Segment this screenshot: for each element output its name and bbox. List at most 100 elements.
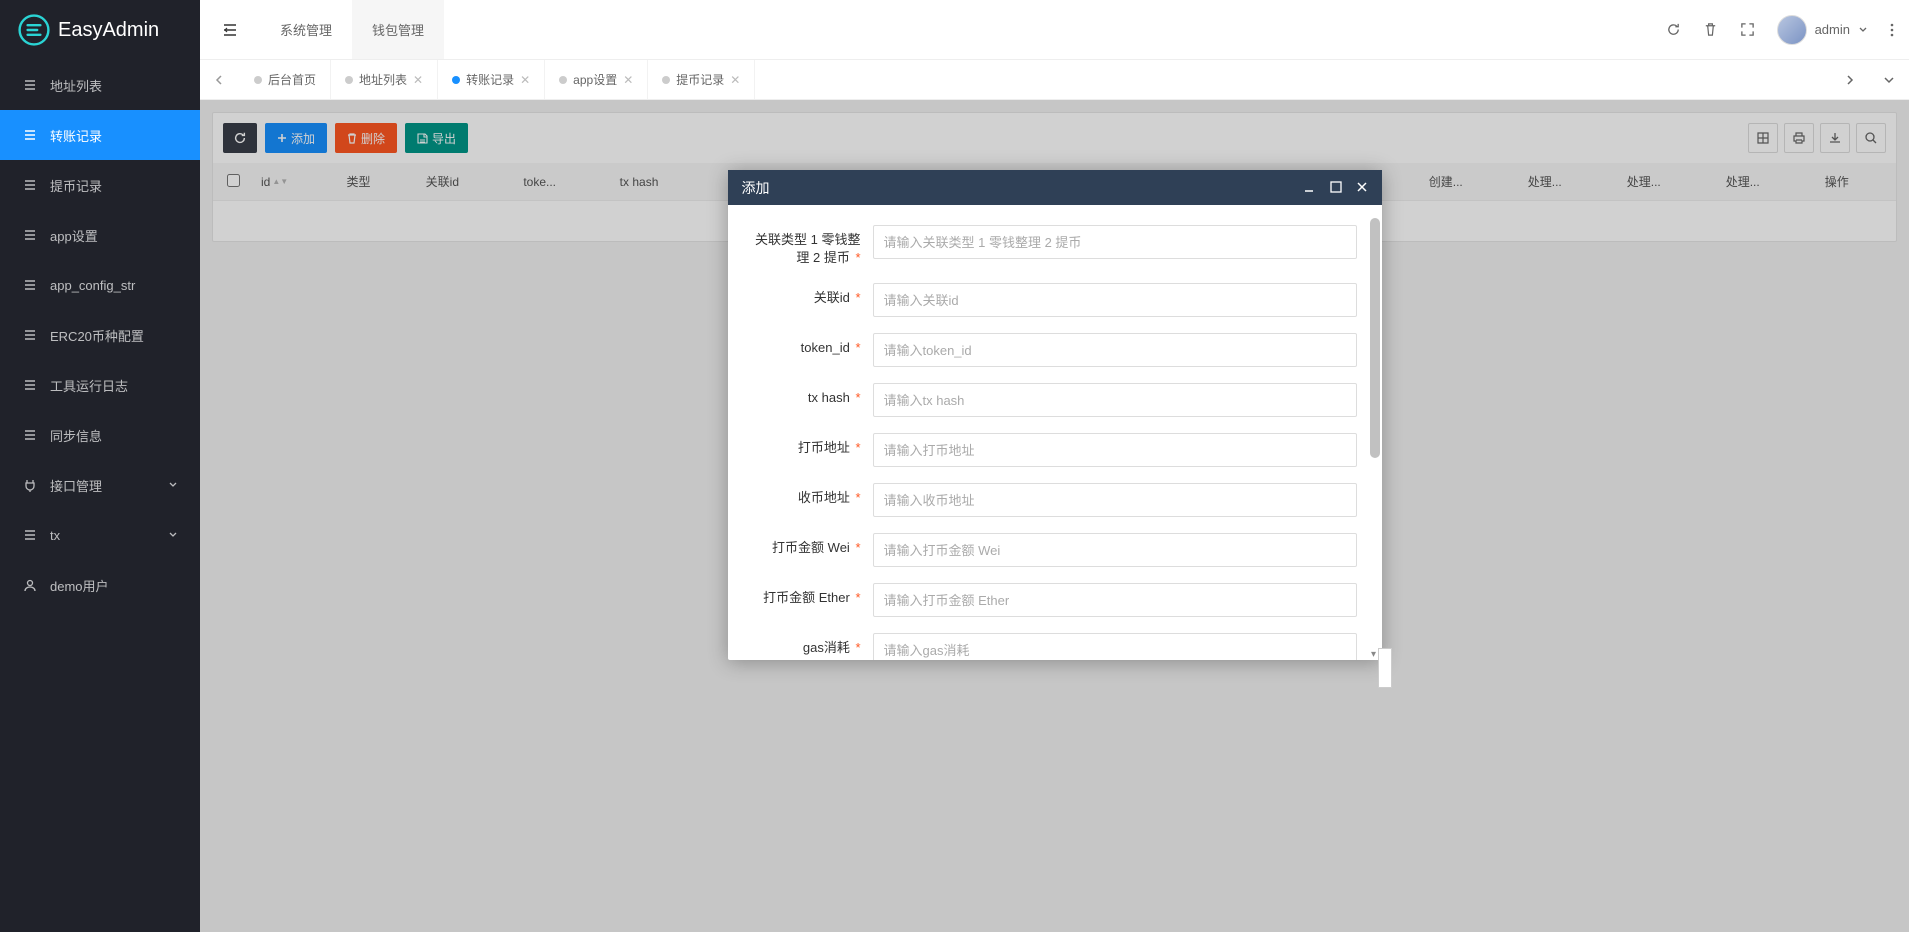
more-button[interactable] — [1890, 22, 1894, 38]
brand-logo[interactable]: EasyAdmin — [0, 0, 200, 60]
clear-button[interactable] — [1703, 22, 1718, 37]
list-icon — [22, 78, 38, 92]
trash-icon — [1703, 22, 1718, 37]
sidebar-item-0[interactable]: 地址列表 — [0, 60, 200, 110]
chevron-down-icon — [168, 530, 178, 540]
scrollbar-thumb[interactable] — [1370, 218, 1380, 458]
form-input-8[interactable] — [873, 633, 1357, 660]
sidebar-item-10[interactable]: demo用户 — [0, 560, 200, 610]
maximize-icon — [1330, 181, 1342, 193]
tabstrip: 后台首页地址列表✕转账记录✕app设置✕提币记录✕ — [200, 60, 1909, 100]
page-tab-2[interactable]: 转账记录 ✕ — [438, 60, 545, 99]
refresh-button[interactable] — [1666, 22, 1681, 37]
tab-close[interactable]: ✕ — [730, 73, 740, 87]
sidebar-item-label: 地址列表 — [50, 76, 102, 95]
main-area: 系统管理钱包管理 admin 后台首页地址列表✕转账记录✕app设置✕提币记录✕ — [200, 0, 1909, 932]
list-icon — [22, 528, 38, 542]
list-icon — [22, 178, 38, 192]
form-label: 关联类型 1 零钱整理 2 提币 * — [753, 225, 873, 267]
tab-dot-icon — [662, 76, 670, 84]
form-label: 关联id * — [753, 283, 873, 317]
user-menu[interactable]: admin — [1777, 15, 1868, 45]
sidebar-item-8[interactable]: 接口管理 — [0, 460, 200, 510]
menu-fold-icon — [222, 22, 238, 38]
form-input-3[interactable] — [873, 383, 1357, 417]
modal-header[interactable]: 添加 — [728, 170, 1382, 205]
tab-close[interactable]: ✕ — [520, 73, 530, 87]
modal-minimize[interactable] — [1302, 181, 1316, 195]
sidebar-item-label: tx — [50, 528, 60, 543]
tab-label: 后台首页 — [268, 71, 316, 88]
list-icon — [22, 428, 38, 442]
tab-close[interactable]: ✕ — [623, 73, 633, 87]
modal-scrollbar[interactable]: ▾ — [1366, 212, 1382, 660]
tab-dot-icon — [452, 76, 460, 84]
form-input-0[interactable] — [873, 225, 1357, 259]
list-icon — [22, 128, 38, 142]
page-tab-3[interactable]: app设置✕ — [545, 60, 648, 99]
modal-maximize[interactable] — [1330, 181, 1342, 195]
sidebar-item-5[interactable]: ERC20币种配置 — [0, 310, 200, 360]
form-row-3: tx hash * — [753, 383, 1357, 417]
avatar — [1777, 15, 1807, 45]
brand-icon — [18, 14, 50, 46]
tabstrip-scroll-right[interactable] — [1829, 60, 1869, 99]
sidebar-item-9[interactable]: tx — [0, 510, 200, 560]
sidebar-item-label: 同步信息 — [50, 426, 102, 445]
chevron-down-icon — [168, 480, 178, 490]
list-icon — [22, 328, 38, 342]
tab-dot-icon — [345, 76, 353, 84]
tab-label: 地址列表 — [359, 71, 407, 88]
chevron-left-icon — [215, 75, 225, 85]
sidebar-item-7[interactable]: 同步信息 — [0, 410, 200, 460]
sidebar-item-label: 工具运行日志 — [50, 376, 128, 395]
form-row-4: 打币地址 * — [753, 433, 1357, 467]
sidebar-item-label: 接口管理 — [50, 476, 102, 495]
brand-text: EasyAdmin — [58, 19, 159, 42]
topnav-tab-0[interactable]: 系统管理 — [260, 0, 352, 59]
sidebar-item-label: app设置 — [50, 226, 98, 245]
sidebar-item-label: 提币记录 — [50, 176, 102, 195]
more-vertical-icon — [1890, 22, 1894, 38]
chevron-right-icon — [1844, 75, 1854, 85]
form-input-7[interactable] — [873, 583, 1357, 617]
form-input-4[interactable] — [873, 433, 1357, 467]
plug-icon — [22, 478, 38, 492]
form-input-6[interactable] — [873, 533, 1357, 567]
tab-close[interactable]: ✕ — [413, 73, 423, 87]
page-tab-1[interactable]: 地址列表 ✕ — [331, 60, 438, 99]
form-label: 打币金额 Wei * — [753, 533, 873, 567]
tab-label: 转账记录 — [466, 71, 514, 88]
form-label: gas消耗 * — [753, 633, 873, 660]
form-row-0: 关联类型 1 零钱整理 2 提币 * — [753, 225, 1357, 267]
tabstrip-menu[interactable] — [1869, 60, 1909, 99]
sidebar-item-label: ERC20币种配置 — [50, 326, 144, 345]
topnav-tab-1[interactable]: 钱包管理 — [352, 0, 444, 59]
sidebar-item-6[interactable]: 工具运行日志 — [0, 360, 200, 410]
modal-body: 关联类型 1 零钱整理 2 提币 *关联id *token_id *tx has… — [728, 205, 1382, 660]
form-input-1[interactable] — [873, 283, 1357, 317]
tab-dot-icon — [254, 76, 262, 84]
sidebar-item-label: 转账记录 — [50, 126, 102, 145]
page-tab-0[interactable]: 后台首页 — [240, 60, 331, 99]
sidebar-item-3[interactable]: app设置 — [0, 210, 200, 260]
sidebar-item-2[interactable]: 提币记录 — [0, 160, 200, 210]
sidebar: EasyAdmin 地址列表转账记录提币记录 app设置 app_config_st… — [0, 0, 200, 932]
modal-close[interactable] — [1356, 181, 1368, 195]
tab-label: 提币记录 — [676, 71, 724, 88]
fullscreen-button[interactable] — [1740, 22, 1755, 37]
form-label: 打币金额 Ether * — [753, 583, 873, 617]
sidebar-toggle[interactable] — [200, 0, 260, 59]
expand-icon — [1740, 22, 1755, 37]
form-row-6: 打币金额 Wei * — [753, 533, 1357, 567]
sidebar-item-label: app_config_str — [50, 278, 135, 293]
sidebar-item-1[interactable]: 转账记录 — [0, 110, 200, 160]
tab-dot-icon — [559, 76, 567, 84]
form-input-5[interactable] — [873, 483, 1357, 517]
sidebar-item-4[interactable]: app_config_str — [0, 260, 200, 310]
page-tab-4[interactable]: 提币记录 ✕ — [648, 60, 755, 99]
form-input-2[interactable] — [873, 333, 1357, 367]
tabstrip-scroll-left[interactable] — [200, 60, 240, 99]
form-row-1: 关联id * — [753, 283, 1357, 317]
resize-handle[interactable] — [1378, 648, 1392, 688]
